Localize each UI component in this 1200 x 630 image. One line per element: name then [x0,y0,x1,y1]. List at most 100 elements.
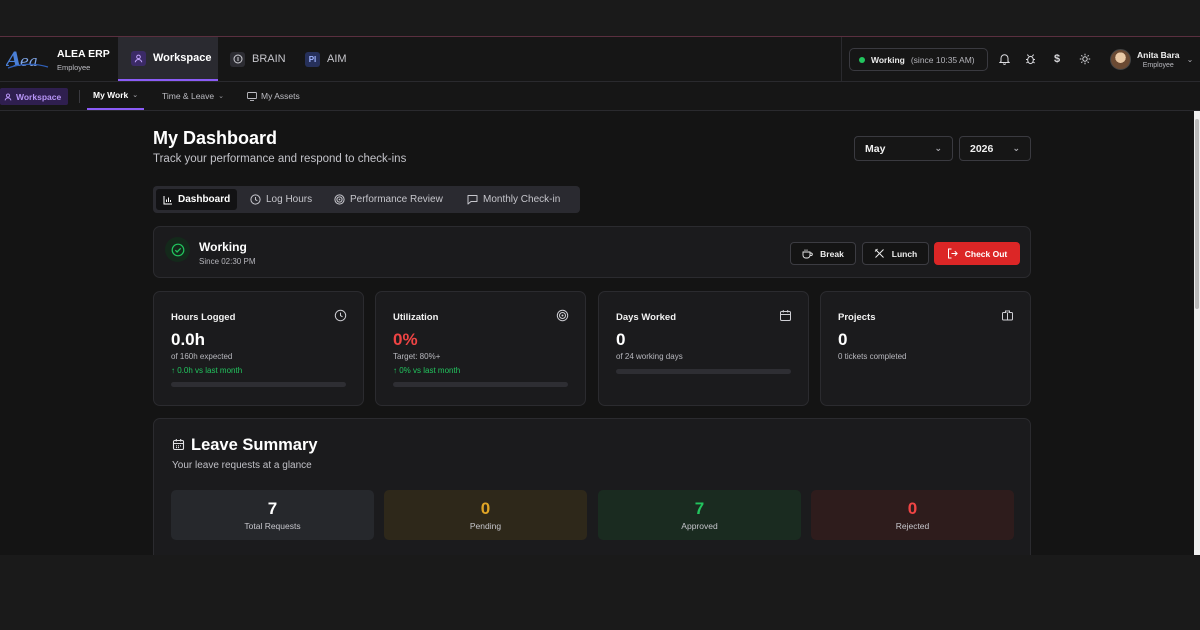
chevron-down-icon[interactable]: ⌄ [1182,51,1198,67]
tab-performance-review[interactable]: Performance Review [327,189,450,210]
svg-text:ea: ea [20,52,38,70]
app-window: A ea ALEA ERP Employee Workspace BRAIN P… [0,37,1200,555]
subnav-item-time-leave[interactable]: Time & Leave ⌄ [162,82,224,110]
stat-subtext: of 24 working days [616,352,683,361]
tab-monthly-check-in[interactable]: Monthly Check-in [460,189,567,210]
leave-stat-total: 7 Total Requests [171,490,374,540]
module-tab-label: AIM [327,53,347,65]
tab-label: Performance Review [350,194,443,205]
bar-chart-icon [163,195,172,204]
page-title: My Dashboard [153,128,278,148]
working-status-pill[interactable]: Working (since 10:35 AM) [849,48,988,71]
tab-log-hours[interactable]: Log Hours [243,189,319,210]
module-tab-label: Workspace [153,52,212,64]
page-subtitle: Track your performance and respond to ch… [153,153,407,165]
chevron-down-icon: ⌄ [132,92,139,99]
tab-dashboard[interactable]: Dashboard [156,189,238,210]
leave-stat-value: 7 [267,499,278,518]
user-name: Anita Bara [1137,50,1180,60]
brand-name: ALEA ERP [57,48,110,60]
module-tab-aim[interactable]: PI AIM [305,37,347,81]
tab-label: Dashboard [178,194,231,205]
module-tab-workspace[interactable]: Workspace [118,37,218,81]
subnav-item-my-assets[interactable]: My Assets [247,82,300,110]
browser-bottom-band [0,555,1200,630]
sun-icon[interactable] [1077,51,1093,67]
module-tab-label: BRAIN [252,53,286,65]
leave-stat-label: Pending [469,521,502,531]
leave-stat-value: 7 [694,499,705,518]
stat-subtext: Target: 80%+ [393,352,441,361]
chevron-down-icon: ⌄ [1012,143,1020,153]
stat-trend-text: 0% vs last month [399,366,461,375]
workspace-chip[interactable]: Workspace [0,88,69,105]
status-dot-icon [859,56,865,63]
sub-navigation: Workspace My Work ⌄ Time & Leave ⌄ My As… [0,82,1200,111]
stat-subtext: 0 tickets completed [838,352,907,361]
user-icon [131,50,146,66]
chat-icon [467,195,478,205]
leave-summary-title: Leave Summary [191,436,318,454]
clock-icon [250,194,261,205]
leave-stat-rejected: 0 Rejected [811,490,1014,540]
leave-stat-pending: 0 Pending [384,490,587,540]
attendance-status-card: Working Since 02:30 PM Break Lunch Check… [153,226,1031,278]
year-select-value: 2026 [970,142,994,155]
attendance-since: Since 02:30 PM [199,257,256,266]
brand: ALEA ERP Employee [57,48,110,72]
subnav-item-my-work[interactable]: My Work ⌄ [87,82,145,110]
stat-card-projects: Projects 0 0 tickets completed [820,291,1031,406]
browser-top-band [0,0,1200,37]
stat-progress-bar [393,382,568,387]
module-tab-brain[interactable]: BRAIN [230,37,286,81]
stat-subtext: of 160h expected [171,352,233,361]
stat-value: 0 [616,330,626,349]
coffee-icon [802,249,813,258]
briefcase-icon [1002,310,1013,321]
leave-stat-approved: 7 Approved [598,490,801,540]
stat-card-days-worked: Days Worked 0 of 24 working days [598,291,809,406]
subnav-item-label: My Work [93,90,129,100]
check-out-button-label: Check Out [964,248,1008,259]
stat-trend: ↑ 0.0h vs last month [171,366,242,375]
user-role: Employee [1142,62,1174,69]
stat-label: Hours Logged [171,312,236,323]
avatar[interactable] [1110,49,1131,70]
leave-stat-label: Rejected [895,521,930,531]
lunch-button[interactable]: Lunch [862,242,929,265]
brand-role: Employee [57,63,91,72]
stat-progress-bar [171,382,346,387]
calendar-icon [780,310,791,321]
leave-stat-label: Total Requests [244,521,301,531]
month-select-value: May [865,142,886,155]
dashboard-tabs: Dashboard Log Hours Performance Review M… [153,186,580,213]
subnav-item-label: Time & Leave [162,91,215,101]
scrollbar-thumb[interactable] [1195,119,1199,309]
stat-label: Utilization [393,312,439,323]
leave-summary-card: Leave Summary Your leave requests at a g… [153,418,1031,555]
leave-stat-value: 0 [907,499,918,518]
alea-logo-icon[interactable]: A ea [6,47,50,71]
year-select[interactable]: 2026 ⌄ [959,136,1031,161]
target-icon [556,309,569,322]
check-out-button[interactable]: Check Out [934,242,1020,265]
break-button[interactable]: Break [790,242,856,265]
logout-icon [947,248,958,259]
month-select[interactable]: May ⌄ [854,136,953,161]
bell-icon[interactable] [996,51,1012,67]
tab-label: Log Hours [266,194,313,205]
calendar-icon [172,439,185,451]
user-info[interactable]: Anita Bara Employee [1137,50,1180,69]
status-label: Working [871,54,905,65]
bug-icon[interactable] [1022,51,1038,67]
target-icon [334,194,345,205]
info-circle-icon [230,51,245,67]
check-circle-icon [165,237,190,262]
break-button-label: Break [820,248,844,259]
stat-trend-text: 0.0h vs last month [177,366,243,375]
stat-value: 0.0h [171,330,206,349]
dollar-icon[interactable]: $ [1049,51,1065,67]
clock-icon [334,309,347,322]
stat-value: 0 [838,330,848,349]
user-icon [4,92,12,101]
